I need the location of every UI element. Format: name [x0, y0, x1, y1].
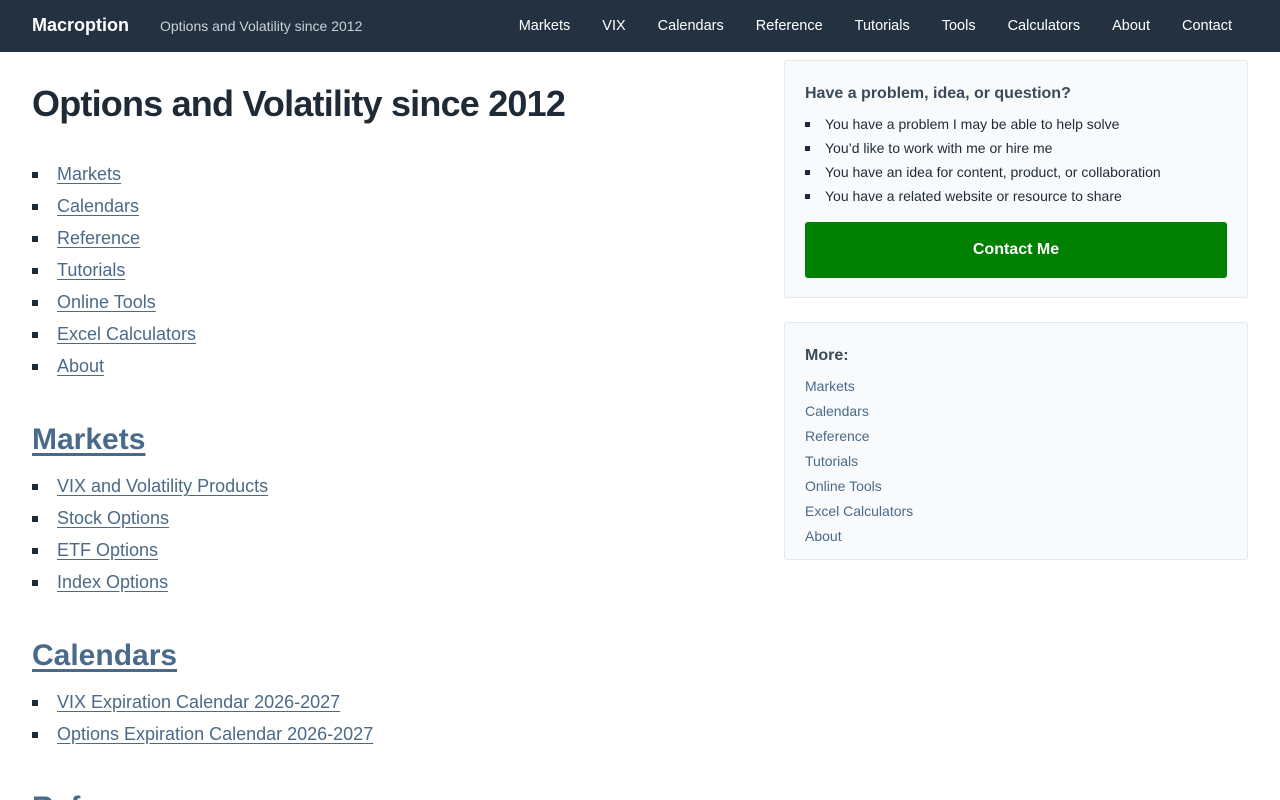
nav-about[interactable]: About: [1112, 18, 1150, 34]
list-item: Online Tools: [32, 286, 752, 318]
list-item: You have a related website or resource t…: [805, 184, 1227, 208]
list-item: VIX and Volatility Products: [32, 470, 752, 502]
table-of-contents: Markets Calendars Reference Tutorials On…: [32, 158, 752, 382]
list-item: Reference: [32, 222, 752, 254]
section-heading-calendars[interactable]: Calendars: [32, 638, 752, 674]
nav-calendars[interactable]: Calendars: [658, 18, 724, 34]
link-stock-options[interactable]: Stock Options: [57, 508, 169, 528]
brand-logo-link[interactable]: Macroption: [32, 15, 129, 36]
list-item: Stock Options: [32, 502, 752, 534]
list-item: Online Tools: [805, 474, 1227, 499]
calendars-links: VIX Expiration Calendar 2026-2027 Option…: [32, 686, 752, 750]
list-item: Calendars: [32, 190, 752, 222]
more-links-card: More: Markets Calendars Reference Tutori…: [784, 322, 1248, 560]
list-item: Excel Calculators: [32, 318, 752, 350]
section-heading-markets[interactable]: Markets: [32, 422, 752, 458]
more-link-excel-calculators[interactable]: Excel Calculators: [805, 503, 913, 519]
toc-link-reference[interactable]: Reference: [57, 228, 140, 248]
link-vix-expiration-calendar[interactable]: VIX Expiration Calendar 2026-2027: [57, 692, 340, 712]
markets-links: VIX and Volatility Products Stock Option…: [32, 470, 752, 598]
link-options-expiration-calendar[interactable]: Options Expiration Calendar 2026-2027: [57, 724, 373, 744]
list-item: Calendars: [805, 399, 1227, 424]
list-item: Reference: [805, 424, 1227, 449]
list-item: Markets: [805, 374, 1227, 399]
top-navbar: Macroption Options and Volatility since …: [0, 0, 1280, 52]
more-link-online-tools[interactable]: Online Tools: [805, 478, 882, 494]
list-item: Index Options: [32, 566, 752, 598]
nav-reference[interactable]: Reference: [756, 18, 823, 34]
nav-tools[interactable]: Tools: [942, 18, 976, 34]
more-link-reference[interactable]: Reference: [805, 428, 870, 444]
nav-contact[interactable]: Contact: [1182, 18, 1232, 34]
page-title: Options and Volatility since 2012: [32, 83, 566, 124]
nav-vix[interactable]: VIX: [602, 18, 625, 34]
help-list: You have a problem I may be able to help…: [805, 112, 1227, 208]
help-card-heading: Have a problem, idea, or question?: [805, 85, 1071, 102]
more-link-calendars[interactable]: Calendars: [805, 403, 869, 419]
list-item: Excel Calculators: [805, 499, 1227, 524]
link-index-options[interactable]: Index Options: [57, 572, 168, 592]
toc-link-about[interactable]: About: [57, 356, 104, 376]
toc-link-calendars[interactable]: Calendars: [57, 196, 139, 216]
more-link-tutorials[interactable]: Tutorials: [805, 453, 858, 469]
contact-me-button[interactable]: Contact Me: [805, 222, 1227, 278]
list-item: About: [805, 524, 1227, 549]
list-item: About: [32, 350, 752, 382]
list-item: Options Expiration Calendar 2026-2027: [32, 718, 752, 750]
more-link-about[interactable]: About: [805, 528, 842, 544]
top-nav: Markets VIX Calendars Reference Tutorial…: [519, 0, 1232, 52]
section-heading-reference[interactable]: Reference: [32, 790, 752, 800]
list-item: You’d like to work with me or hire me: [805, 136, 1227, 160]
nav-tutorials[interactable]: Tutorials: [855, 18, 910, 34]
toc-link-markets[interactable]: Markets: [57, 164, 121, 184]
nav-calculators[interactable]: Calculators: [1008, 18, 1081, 34]
list-item: VIX Expiration Calendar 2026-2027: [32, 686, 752, 718]
list-item: You have a problem I may be able to help…: [805, 112, 1227, 136]
toc-link-tutorials[interactable]: Tutorials: [57, 260, 125, 280]
link-vix-volatility-products[interactable]: VIX and Volatility Products: [57, 476, 268, 496]
help-card: Have a problem, idea, or question? You h…: [784, 60, 1248, 298]
list-item: You have an idea for content, product, o…: [805, 160, 1227, 184]
site-tagline: Options and Volatility since 2012: [160, 18, 363, 34]
toc-link-excel-calculators[interactable]: Excel Calculators: [57, 324, 196, 344]
list-item: Tutorials: [32, 254, 752, 286]
toc-link-online-tools[interactable]: Online Tools: [57, 292, 156, 312]
main-content: Options and Volatility since 2012 Market…: [32, 52, 752, 800]
more-card-heading: More:: [805, 347, 849, 364]
list-item: Markets: [32, 158, 752, 190]
list-item: Tutorials: [805, 449, 1227, 474]
nav-markets[interactable]: Markets: [519, 18, 571, 34]
more-link-markets[interactable]: Markets: [805, 378, 855, 394]
more-links-list: Markets Calendars Reference Tutorials On…: [805, 374, 1227, 549]
link-etf-options[interactable]: ETF Options: [57, 540, 158, 560]
list-item: ETF Options: [32, 534, 752, 566]
